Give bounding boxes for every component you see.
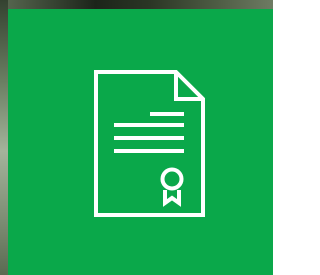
background-photo-edge-top (0, 0, 273, 9)
certificate-tile-frame (0, 0, 273, 275)
certificate-tile[interactable] (8, 9, 273, 275)
document-outline (94, 70, 205, 217)
certificate-document-icon (94, 70, 205, 217)
seal-ribbon (163, 190, 181, 207)
background-photo-edge-left (0, 0, 8, 275)
seal-circle (160, 167, 184, 191)
